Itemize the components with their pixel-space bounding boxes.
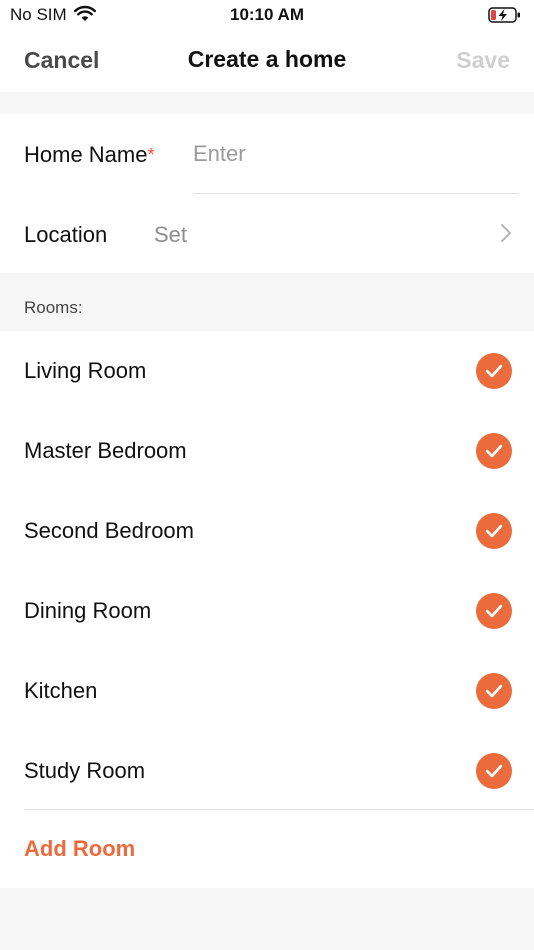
- divider: [24, 809, 534, 810]
- room-row[interactable]: Dining Room: [0, 571, 534, 651]
- location-label: Location: [24, 222, 108, 247]
- home-name-label-text: Home Name: [24, 142, 148, 167]
- rooms-section-header: Rooms:: [24, 298, 83, 317]
- room-label: Second Bedroom: [24, 518, 194, 543]
- status-bar: No SIM 10:10 AM: [0, 0, 534, 30]
- room-label: Dining Room: [24, 598, 152, 623]
- room-label: Master Bedroom: [24, 438, 187, 463]
- room-label: Kitchen: [24, 678, 98, 703]
- room-row[interactable]: Kitchen: [0, 651, 534, 731]
- add-room-button[interactable]: Add Room: [24, 836, 135, 862]
- checkmark-icon[interactable]: [476, 353, 512, 389]
- room-label: Living Room: [24, 358, 147, 383]
- home-name-input[interactable]: [193, 136, 519, 172]
- checkmark-icon[interactable]: [476, 593, 512, 629]
- room-row[interactable]: Living Room: [0, 331, 534, 411]
- navigation-bar: Cancel Create a home Save: [0, 30, 534, 92]
- room-row[interactable]: Second Bedroom: [0, 491, 534, 571]
- clock: 10:10 AM: [229, 5, 304, 24]
- cancel-button[interactable]: Cancel: [24, 47, 99, 74]
- home-name-row: Home Name*: [0, 114, 534, 194]
- battery-charging-icon: [488, 6, 522, 29]
- required-mark: *: [147, 145, 155, 165]
- home-form: Home Name* Location Set: [0, 114, 534, 273]
- chevron-right-icon: [500, 223, 512, 248]
- home-name-label: Home Name*: [24, 142, 155, 168]
- room-row[interactable]: Master Bedroom: [0, 411, 534, 491]
- location-row[interactable]: Location Set: [0, 194, 534, 273]
- save-button[interactable]: Save: [456, 47, 510, 74]
- checkmark-icon[interactable]: [476, 753, 512, 789]
- checkmark-icon[interactable]: [476, 433, 512, 469]
- checkmark-icon[interactable]: [476, 513, 512, 549]
- checkmark-icon[interactable]: [476, 673, 512, 709]
- room-row[interactable]: Study Room: [0, 731, 534, 811]
- room-label: Study Room: [24, 758, 146, 783]
- rooms-list: Living Room Master Bedroom Second Bedroom D…: [0, 331, 534, 888]
- location-value: Set: [154, 222, 188, 247]
